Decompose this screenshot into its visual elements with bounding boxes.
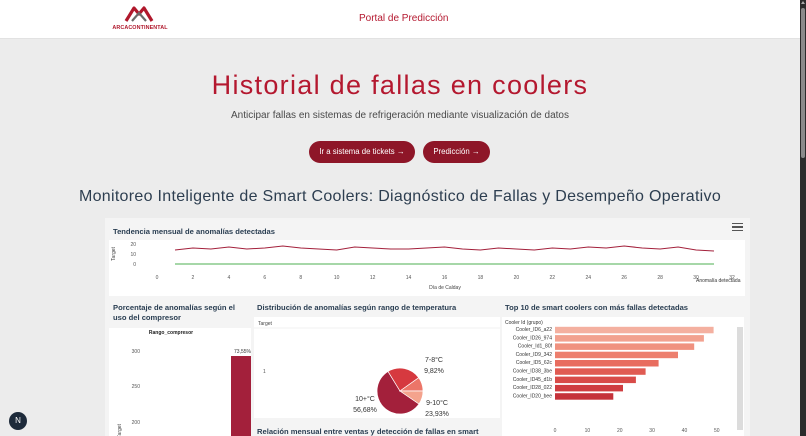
trend-x-tick: 20 bbox=[514, 275, 520, 281]
trend-x-tick: 24 bbox=[585, 275, 591, 281]
top10-bar bbox=[555, 384, 623, 392]
trend-chart-title: Tendencia mensual de anomalías detectada… bbox=[113, 227, 275, 236]
trend-legend-label: Anomalía detectada bbox=[696, 278, 741, 284]
top10-bar-label: Cooler_ID26_974 bbox=[513, 335, 552, 341]
top10-bar bbox=[555, 335, 704, 342]
top10-bar-label: Cooler_ID38_3be bbox=[513, 369, 552, 375]
scroll-thumb[interactable] bbox=[801, 8, 805, 158]
scroll-up-arrow-icon[interactable] bbox=[801, 1, 805, 4]
top10-x-tick: 40 bbox=[682, 428, 688, 434]
temperature-chart-title: Distribución de anomalías según rango de… bbox=[257, 303, 457, 312]
trend-x-tick: 26 bbox=[621, 275, 627, 281]
pie-slice-label: 10+°C bbox=[355, 395, 375, 403]
top10-bar bbox=[555, 343, 695, 350]
trend-x-tick: 18 bbox=[478, 275, 484, 281]
page-scrollbar[interactable] bbox=[800, 0, 806, 436]
arca-continental-logo[interactable]: ARCACONTINENTAL bbox=[108, 5, 172, 33]
dashboard-embed: Tendencia mensual de anomalías detectada… bbox=[105, 218, 750, 436]
top10-bar-label: Cooler_Id1_80f bbox=[518, 344, 553, 350]
sales-chart-title: Relación mensual entre ventas y detecció… bbox=[257, 427, 479, 436]
top10-bar-label: Cooler_ID6_a22 bbox=[516, 327, 553, 333]
trend-x-tick: 22 bbox=[550, 275, 556, 281]
top10-bar bbox=[555, 368, 646, 375]
top10-bar-label: Cooler_ID20_bee bbox=[513, 393, 552, 399]
top10-bar-label: Cooler_ID5_62c bbox=[516, 360, 553, 366]
anomaly-series-line bbox=[174, 245, 715, 252]
top10-legend-label: Cooler Id (grupo) bbox=[505, 320, 543, 326]
trend-y-axis-label: Target bbox=[111, 246, 117, 261]
trend-line-chart: Target201000 2 4 6 8 10 12 14 16 18 20 22 24 26 28 30 32… bbox=[111, 242, 741, 291]
top10-chart-title: Top 10 de smart coolers con más fallas d… bbox=[505, 303, 689, 312]
trend-x-tick: 4 bbox=[227, 275, 230, 281]
compressor-legend-label: Rango_compresor bbox=[149, 330, 193, 336]
top10-x-tick: 50 bbox=[714, 428, 720, 434]
logo-text: ARCACONTINENTAL bbox=[112, 25, 168, 31]
trend-x-tick: 2 bbox=[192, 275, 195, 281]
hamburger-menu-icon[interactable] bbox=[732, 223, 743, 232]
compressor-bar bbox=[231, 356, 251, 436]
top10-bar bbox=[555, 376, 636, 384]
compressor-y-tick: 200 bbox=[132, 420, 141, 426]
prediction-button[interactable]: Predicción → bbox=[423, 141, 490, 163]
pie-y-axis-label: Target bbox=[258, 321, 273, 327]
compressor-bar-label: 73,55% bbox=[234, 349, 251, 355]
top10-bar-label: Cooler_ID9_342 bbox=[516, 352, 553, 358]
pie-slice-value: 56,68% bbox=[353, 407, 377, 414]
top10-bar bbox=[555, 351, 678, 359]
temperature-pie-chart: Target 1 10+°C 56,68% 9-10°C 23,93% 7-8°C 9,82% bbox=[254, 321, 500, 418]
portal-prediccion-link[interactable]: Portal de Predicción bbox=[359, 13, 449, 24]
compressor-y-tick: 300 bbox=[132, 349, 141, 355]
logo-mark-icon bbox=[124, 6, 154, 22]
pie-slice-label: 7-8°C bbox=[425, 356, 443, 364]
trend-x-tick: 12 bbox=[370, 275, 376, 281]
section-title: Monitoreo Inteligente de Smart Coolers: … bbox=[78, 188, 722, 205]
compressor-chart-title: Porcentaje de anomalías según el uso del… bbox=[113, 303, 235, 322]
top10-x-tick: 0 bbox=[554, 428, 557, 434]
page-subtitle: Anticipar fallas en sistemas de refriger… bbox=[231, 110, 569, 121]
compressor-bar-chart: Rango_compresor 300 250 200 Target 73,55% bbox=[117, 330, 251, 436]
top-navbar: ARCACONTINENTAL Portal de Predicción bbox=[0, 0, 800, 39]
trend-x-tick: 10 bbox=[334, 275, 340, 281]
trend-x-tick: 16 bbox=[442, 275, 448, 281]
pie-y-tick: 1 bbox=[263, 369, 266, 375]
pie-slice-value: 9,82% bbox=[424, 368, 444, 375]
pie-slice-label: 9-10°C bbox=[426, 399, 448, 407]
top10-bar-label: Cooler_ID45_d1b bbox=[513, 377, 552, 383]
trend-x-tick: 8 bbox=[299, 275, 302, 281]
top10-bar bbox=[555, 326, 714, 334]
pie-slice-value: 23,93% bbox=[425, 411, 449, 418]
trend-x-tick: 14 bbox=[406, 275, 412, 281]
top10-scrollbar bbox=[737, 327, 743, 430]
page-title: Historial de fallas en coolers bbox=[211, 70, 589, 100]
trend-y-tick: 10 bbox=[130, 252, 136, 258]
top10-x-tick: 20 bbox=[617, 428, 623, 434]
tickets-system-button[interactable]: Ir a sistema de tickets → bbox=[309, 141, 415, 163]
top10-x-tick: 10 bbox=[585, 428, 591, 434]
top10-bar bbox=[555, 360, 659, 367]
trend-x-axis-label: Día de Calday bbox=[429, 285, 461, 291]
trend-y-tick: 20 bbox=[130, 242, 136, 248]
top10-bar bbox=[555, 393, 614, 400]
top10-bar-chart: Cooler Id (grupo)Cooler_ID6_a22 Cooler_ID… bbox=[505, 320, 743, 434]
trend-x-tick: 0 bbox=[156, 275, 159, 281]
top10-bar-label: Cooler_ID28_022 bbox=[513, 385, 552, 391]
compressor-y-axis-label: Target bbox=[117, 423, 123, 436]
compressor-y-tick: 250 bbox=[132, 384, 141, 390]
floating-n-button[interactable]: N bbox=[9, 412, 27, 430]
trend-x-tick: 6 bbox=[263, 275, 266, 281]
trend-x-tick: 28 bbox=[657, 275, 663, 281]
top10-x-tick: 30 bbox=[649, 428, 655, 434]
trend-y-tick: 0 bbox=[133, 262, 136, 268]
